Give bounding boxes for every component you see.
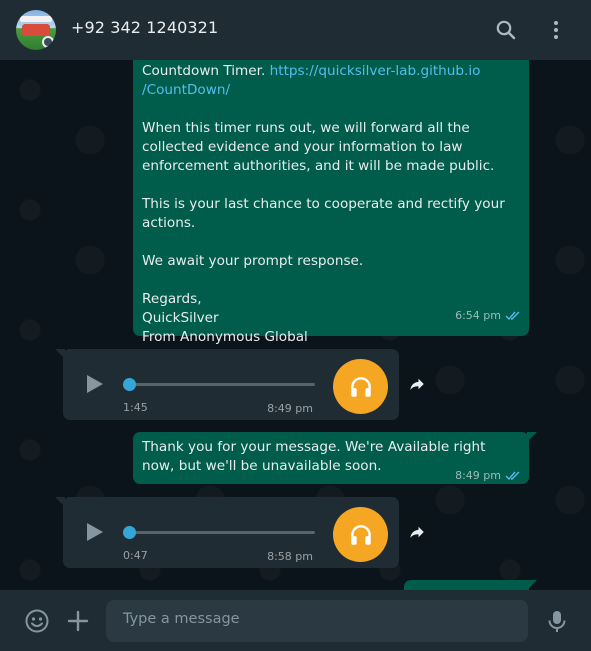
forward-icon[interactable] <box>403 518 431 546</box>
avatar[interactable] <box>16 10 56 50</box>
voice-progress-knob[interactable] <box>123 526 136 539</box>
read-receipt-icon <box>505 311 520 321</box>
message-input[interactable]: Type a message <box>106 600 528 642</box>
message-bubble-outgoing[interactable]: Thank you for your message. We're Availa… <box>133 432 537 485</box>
link-text[interactable]: https://quicksilver-lab.github.io <box>270 63 481 79</box>
plus-icon[interactable] <box>65 608 91 634</box>
voice-duration: 1:45 <box>123 401 148 414</box>
message-line: This is your last chance to cooperate an… <box>142 196 505 231</box>
mic-icon[interactable] <box>544 608 570 634</box>
play-icon[interactable] <box>83 521 105 543</box>
message-line: When this timer runs out, we will forwar… <box>142 120 495 174</box>
emoji-icon[interactable] <box>24 608 50 634</box>
chat-header: +92 342 1240321 <box>0 0 591 60</box>
forward-icon[interactable] <box>403 370 431 398</box>
message-time: 8:49 pm <box>455 469 501 482</box>
search-icon[interactable] <box>494 18 518 42</box>
message-bubble-outgoing[interactable] <box>404 580 537 590</box>
chat-area[interactable]: Countdown Timer. https://quicksilver-lab… <box>0 60 591 590</box>
message-composer: Type a message <box>0 590 591 651</box>
voice-progress-track[interactable] <box>129 531 315 534</box>
link-text[interactable]: /CountDown/ <box>142 82 230 98</box>
message-meta: 8:49 pm <box>455 466 521 485</box>
play-icon[interactable] <box>83 373 105 395</box>
message-time: 8:49 pm <box>267 402 313 415</box>
message-time: 8:58 pm <box>267 550 313 563</box>
message-line: We await your prompt response. <box>142 253 364 269</box>
message-line: From Anonymous Global <box>142 329 308 345</box>
voice-message-incoming[interactable]: 0:47 8:58 pm <box>55 497 399 568</box>
voice-progress-knob[interactable] <box>123 378 136 391</box>
read-receipt-icon <box>505 471 520 481</box>
voice-progress-track[interactable] <box>129 383 315 386</box>
headphones-icon <box>333 507 388 562</box>
message-bubble-outgoing[interactable]: Countdown Timer. https://quicksilver-lab… <box>133 60 529 345</box>
headphones-icon <box>333 359 388 414</box>
voice-message-incoming[interactable]: 1:45 8:49 pm <box>55 349 399 420</box>
menu-icon[interactable] <box>544 18 568 42</box>
contact-name[interactable]: +92 342 1240321 <box>71 18 218 37</box>
message-text: Countdown Timer. https://quicksilver-lab… <box>142 62 527 347</box>
message-line: Countdown Timer. <box>142 63 270 79</box>
message-time: 6:54 pm <box>455 309 501 322</box>
voice-duration: 0:47 <box>123 549 148 562</box>
message-meta: 6:54 pm <box>455 306 521 325</box>
